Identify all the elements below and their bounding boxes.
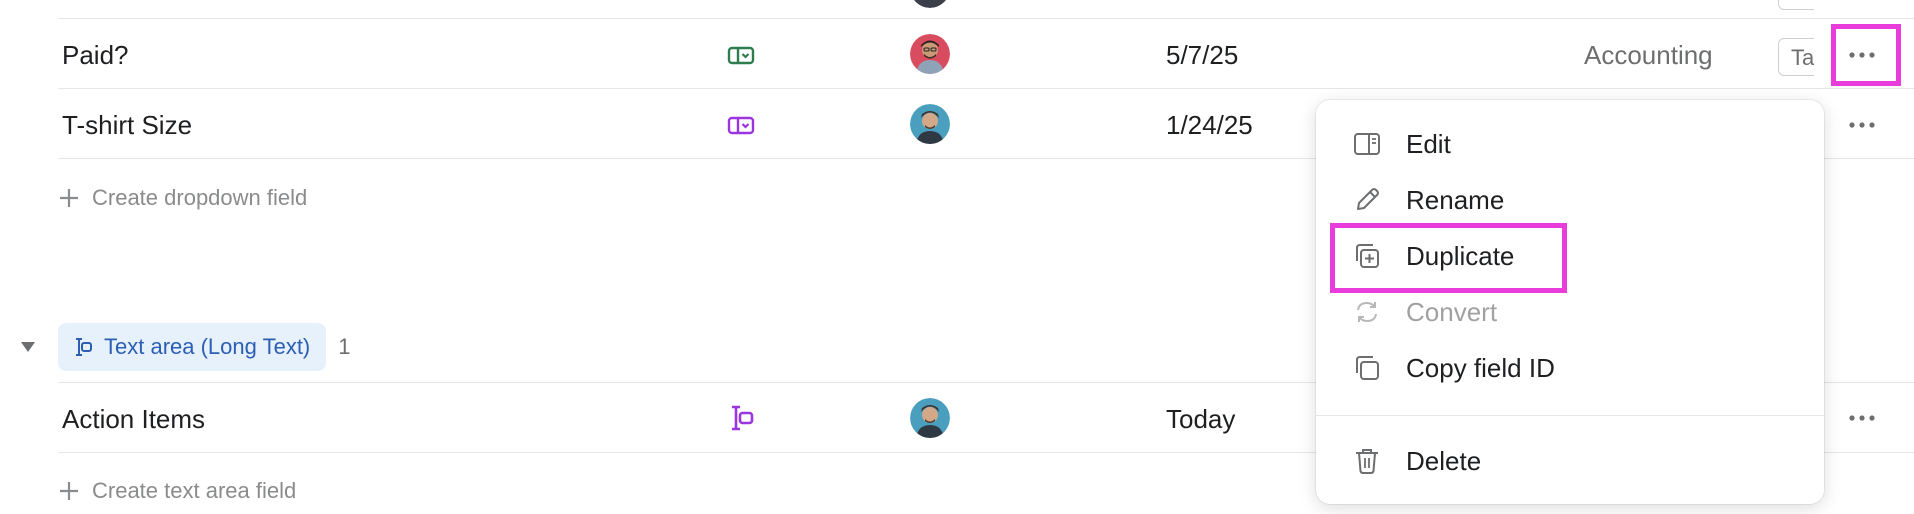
tag-stub-top [1778, 0, 1814, 10]
plus-icon [60, 482, 78, 500]
create-dropdown-field-button[interactable]: Create dropdown field [58, 185, 307, 211]
create-text-area-field-button[interactable]: Create text area field [58, 478, 296, 504]
menu-item-delete[interactable]: Delete [1316, 433, 1824, 489]
due-date: 5/7/25 [1166, 40, 1239, 70]
text-area-field-icon [726, 403, 756, 433]
avatar [910, 34, 950, 74]
tag-stub: Ta [1778, 38, 1814, 76]
menu-item-label: Rename [1406, 184, 1505, 215]
field-name[interactable]: Paid? [62, 42, 129, 68]
menu-item-label: Convert [1406, 296, 1498, 327]
avatar [910, 0, 950, 8]
menu-item-label: Copy field ID [1406, 352, 1555, 383]
section-label: Text area (Long Text) [104, 334, 311, 359]
pencil-icon [1357, 188, 1379, 210]
team-label: Accounting [1584, 40, 1713, 70]
dropdown-field-icon [726, 40, 756, 70]
more-options-button[interactable] [1840, 33, 1884, 77]
convert-icon [1357, 301, 1377, 323]
menu-item-convert: Convert [1316, 284, 1824, 340]
create-text-area-label: Create text area field [92, 478, 297, 503]
menu-item-label: Duplicate [1406, 240, 1515, 271]
row-divider [58, 18, 1914, 19]
menu-item-label: Edit [1406, 128, 1451, 159]
row-divider [58, 88, 1914, 89]
field-name[interactable]: Action Items [62, 406, 205, 432]
trash-icon [1356, 449, 1378, 474]
panel-icon [1354, 133, 1380, 155]
menu-item-duplicate[interactable]: Duplicate [1316, 228, 1824, 284]
field-name[interactable]: T-shirt Size [62, 112, 192, 138]
caret-down-icon[interactable] [20, 341, 36, 353]
dropdown-field-icon [726, 110, 756, 140]
create-dropdown-label: Create dropdown field [92, 185, 308, 210]
ellipsis-icon [1849, 415, 1875, 421]
due-date: Today [1166, 404, 1236, 434]
section-count: 1 [338, 334, 351, 359]
avatar [910, 104, 950, 144]
duplicate-icon [1356, 244, 1379, 268]
menu-item-label: Delete [1406, 445, 1482, 476]
menu-item-edit[interactable]: Edit [1316, 116, 1824, 172]
field-type-pill[interactable]: Text area (Long Text) [58, 323, 327, 371]
avatar [910, 398, 950, 438]
menu-divider [1316, 415, 1824, 416]
more-options-button[interactable] [1840, 396, 1884, 440]
context-menu: Edit Rename Duplicate Convert Copy field… [1316, 100, 1824, 504]
text-area-field-icon [76, 338, 92, 356]
ellipsis-icon [1849, 122, 1875, 128]
plus-icon [60, 189, 78, 207]
due-date: 1/24/25 [1166, 110, 1253, 140]
menu-item-rename[interactable]: Rename [1316, 172, 1824, 228]
more-options-button[interactable] [1840, 103, 1884, 147]
copy-icon [1356, 356, 1379, 380]
section-header: Text area (Long Text) 1 [20, 322, 351, 372]
menu-item-copy-field-id[interactable]: Copy field ID [1316, 340, 1824, 396]
ellipsis-icon [1849, 52, 1875, 58]
